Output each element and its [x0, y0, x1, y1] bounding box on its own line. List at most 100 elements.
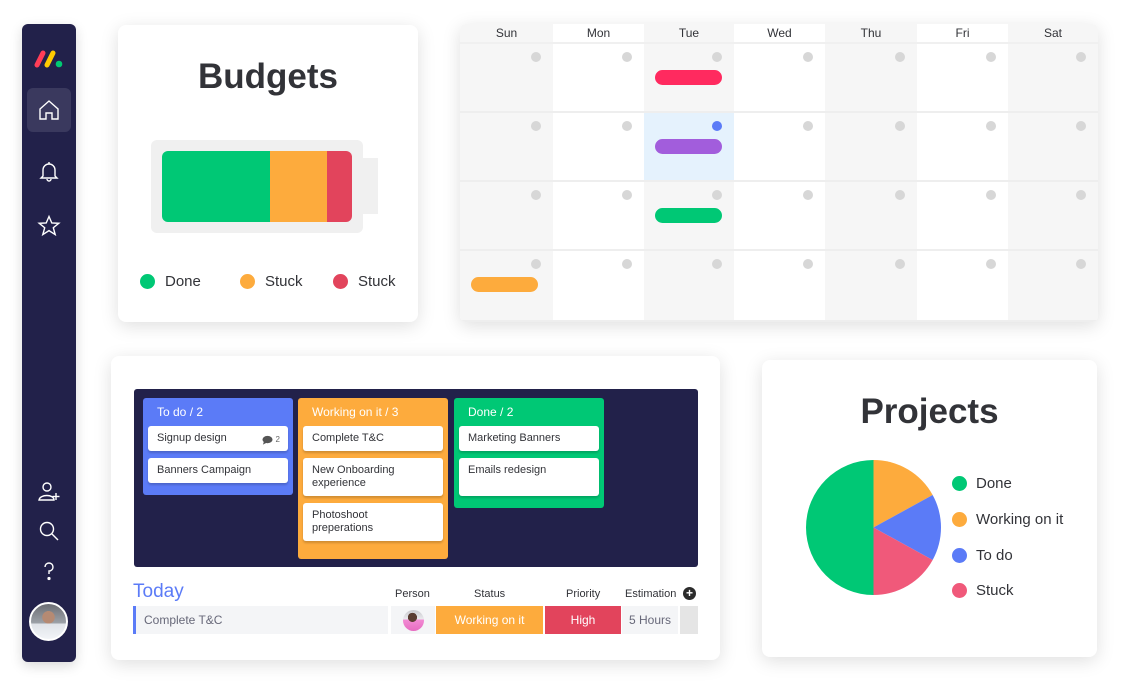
budgets-card: Budgets Done Stuck Stuck: [118, 25, 418, 322]
kanban-item[interactable]: Marketing Banners: [459, 426, 599, 451]
legend-label: Done: [976, 474, 1012, 492]
kanban-item[interactable]: Banners Campaign: [148, 458, 288, 483]
calendar-day-cell[interactable]: [460, 44, 553, 113]
day-indicator-dot: [895, 121, 905, 131]
calendar-day-cell[interactable]: [553, 251, 644, 322]
calendar-day-cell[interactable]: [734, 113, 825, 182]
sidebar-item-notifications[interactable]: [27, 149, 71, 193]
legend-item-stuck-orange: Stuck: [240, 273, 303, 290]
legend-item-working: Working on it: [952, 509, 1063, 529]
day-indicator-dot: [803, 259, 813, 269]
pie-slice-done[interactable]: [806, 460, 874, 595]
calendar-event[interactable]: [471, 277, 538, 292]
legend-label: Stuck: [358, 273, 396, 290]
calendar-day-cell[interactable]: [1008, 251, 1098, 322]
status-cell[interactable]: Working on it: [436, 606, 543, 634]
kanban-column-title[interactable]: Working on it / 3: [303, 405, 443, 419]
kanban-item-label: Photoshoot preperations: [312, 509, 374, 534]
sidebar-item-invite[interactable]: [27, 470, 71, 514]
calendar-day-cell[interactable]: [1008, 182, 1098, 251]
day-indicator-dot: [986, 259, 996, 269]
calendar-day-cell[interactable]: [460, 182, 553, 251]
kanban-item-label: Signup design: [157, 432, 227, 444]
calendar-day-cell[interactable]: [644, 182, 734, 251]
calendar-day-cell[interactable]: [734, 44, 825, 113]
calendar-day-cell[interactable]: [460, 251, 553, 322]
legend-label: Stuck: [265, 273, 303, 290]
kanban-column-title[interactable]: Done / 2: [459, 405, 599, 419]
monday-logo-icon: [34, 50, 63, 68]
column-header-person[interactable]: Person: [395, 588, 430, 600]
calendar-day-cell[interactable]: [825, 182, 917, 251]
column-header-estimation[interactable]: Estimation: [625, 588, 676, 600]
column-header-priority[interactable]: Priority: [566, 588, 600, 600]
add-column-button[interactable]: +: [683, 587, 696, 600]
kanban-column-title[interactable]: To do / 2: [148, 405, 288, 419]
calendar-event[interactable]: [655, 70, 722, 85]
calendar-day-cell[interactable]: [553, 113, 644, 182]
calendar-day-cell[interactable]: [917, 44, 1008, 113]
calendar-day-cell[interactable]: [1008, 44, 1098, 113]
day-indicator-dot: [1076, 121, 1086, 131]
calendar-day-header: Fri: [917, 24, 1008, 44]
sidebar-item-search[interactable]: [27, 509, 71, 553]
projects-pie-chart: [806, 460, 941, 595]
person-cell[interactable]: [391, 606, 435, 634]
calendar-event[interactable]: [655, 208, 722, 223]
legend-item-done: Done: [140, 273, 201, 290]
day-indicator-dot: [531, 259, 541, 269]
legend-label: To do: [976, 546, 1013, 564]
legend-dot: [140, 274, 155, 289]
calendar-day-cell[interactable]: [644, 113, 734, 182]
estimation-cell[interactable]: 5 Hours: [622, 606, 678, 634]
comment-count[interactable]: 2: [262, 433, 280, 446]
calendar-day-cell[interactable]: [553, 182, 644, 251]
calendar-day-cell[interactable]: [734, 251, 825, 322]
kanban-item[interactable]: Complete T&C: [303, 426, 443, 451]
kanban-item[interactable]: Emails redesign: [459, 458, 599, 496]
calendar-day-cell[interactable]: [460, 113, 553, 182]
person-avatar: [402, 609, 424, 631]
calendar-day-cell[interactable]: [917, 251, 1008, 322]
day-indicator-dot: [712, 190, 722, 200]
calendar-grid: Sun Mon Tue Wed Thu Fri Sat: [460, 24, 1098, 322]
calendar-day-cell[interactable]: [1008, 113, 1098, 182]
calendar-day-cell[interactable]: [825, 44, 917, 113]
item-name[interactable]: Complete T&C: [133, 606, 388, 634]
day-indicator-dot: [531, 190, 541, 200]
legend-item-stuck-red: Stuck: [333, 273, 396, 290]
priority-cell[interactable]: High: [545, 606, 621, 634]
kanban-item[interactable]: Signup design 2: [148, 426, 288, 451]
legend-dot: [240, 274, 255, 289]
legend-dot: [333, 274, 348, 289]
calendar-day-cell[interactable]: [644, 251, 734, 322]
column-header-status[interactable]: Status: [474, 588, 505, 600]
calendar-day-cell[interactable]: [825, 113, 917, 182]
calendar-day-header: Tue: [644, 24, 734, 44]
kanban-item[interactable]: Photoshoot preperations: [303, 503, 443, 541]
projects-legend: Done Working on it To do Stuck: [952, 473, 1063, 616]
calendar-card: Sun Mon Tue Wed Thu Fri Sat: [460, 24, 1098, 322]
user-avatar[interactable]: [29, 602, 68, 641]
budget-battery: [151, 140, 363, 233]
day-indicator-dot: [712, 259, 722, 269]
calendar-day-cell[interactable]: [917, 182, 1008, 251]
calendar-day-cell[interactable]: [644, 44, 734, 113]
day-indicator-dot: [803, 52, 813, 62]
day-indicator-dot: [531, 121, 541, 131]
calendar-day-cell[interactable]: [917, 113, 1008, 182]
calendar-event[interactable]: [655, 139, 722, 154]
calendar-day-header: Wed: [734, 24, 825, 44]
sidebar-item-favorites[interactable]: [27, 204, 71, 248]
kanban-column: Working on it / 3 Complete T&C New Onboard…: [298, 398, 448, 559]
calendar-day-cell[interactable]: [734, 182, 825, 251]
calendar-day-cell[interactable]: [553, 44, 644, 113]
sidebar-item-home[interactable]: [27, 88, 71, 132]
kanban-item[interactable]: New Onboarding experience: [303, 458, 443, 496]
calendar-day-cell[interactable]: [825, 251, 917, 322]
extra-cell: [680, 606, 698, 634]
today-group-title[interactable]: Today: [133, 581, 184, 603]
calendar-day-header: Sun: [460, 24, 553, 44]
sidebar-item-help[interactable]: [27, 549, 71, 593]
day-indicator-dot: [895, 259, 905, 269]
